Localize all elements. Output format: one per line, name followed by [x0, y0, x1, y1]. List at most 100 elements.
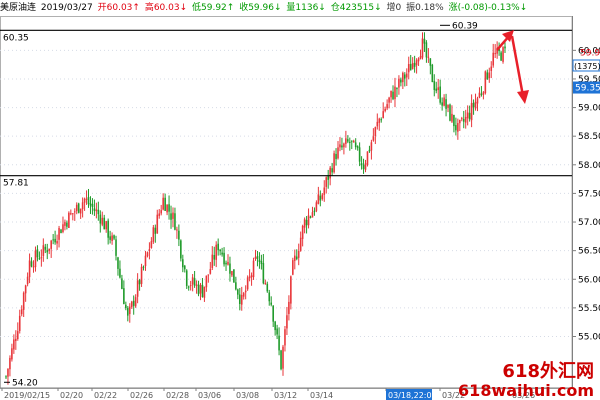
- candle-down: [221, 247, 223, 257]
- candle-body: [482, 92, 485, 95]
- candle-up: [402, 71, 404, 89]
- candle-down: [225, 260, 227, 271]
- candle-body: [174, 213, 176, 230]
- candle-body: [292, 260, 294, 275]
- candle-down: [504, 41, 506, 54]
- candle-up: [388, 96, 390, 109]
- candle-body: [193, 278, 196, 286]
- candle-body: [152, 227, 155, 242]
- candle-up: [284, 326, 286, 352]
- candle-body: [217, 243, 219, 251]
- candle-down: [260, 254, 263, 270]
- candle-down: [44, 243, 47, 254]
- candle-body: [191, 277, 194, 285]
- candle-down: [103, 214, 106, 230]
- candle-down: [362, 158, 365, 174]
- candle-body: [176, 229, 178, 231]
- candle-body: [52, 239, 54, 241]
- candle-down: [270, 296, 273, 307]
- candle-body: [486, 72, 489, 80]
- candle-up: [286, 306, 288, 335]
- candle-body: [197, 284, 200, 295]
- x-tick-label: 03/08: [236, 391, 259, 400]
- candle-up: [148, 242, 151, 260]
- candle-body: [421, 38, 424, 58]
- candle-down: [435, 81, 438, 94]
- candle-down: [445, 93, 447, 117]
- candle-body: [358, 147, 361, 162]
- candle-body: [417, 58, 420, 62]
- candle-body: [333, 153, 335, 173]
- candle-up: [337, 141, 339, 160]
- candle-up: [211, 246, 214, 271]
- candle-up: [421, 32, 424, 60]
- candle-down: [433, 74, 436, 97]
- candle-body: [233, 269, 235, 283]
- candle-body: [272, 305, 274, 322]
- candle-body: [18, 315, 21, 331]
- candle-body: [42, 245, 45, 256]
- candle-body: [293, 255, 296, 261]
- candle-down: [223, 247, 225, 267]
- candle-up: [339, 137, 341, 152]
- candle-body: [319, 195, 322, 201]
- candle-up: [290, 275, 292, 310]
- candle-up: [460, 116, 463, 122]
- candle-body: [66, 222, 68, 227]
- y-tick-label: 55.50: [578, 304, 600, 314]
- candle-body: [79, 208, 82, 214]
- candle-body: [113, 235, 115, 239]
- candle-body: [231, 271, 233, 276]
- candle-down: [392, 85, 394, 101]
- y-tick-label: 58.00: [578, 161, 600, 171]
- candle-down: [117, 256, 119, 276]
- candle-body: [107, 220, 109, 238]
- candle-up: [364, 159, 367, 173]
- mid-price-label: 57.81: [3, 179, 29, 189]
- grid: [0, 16, 573, 389]
- candle-body: [445, 99, 447, 109]
- candle-body: [478, 92, 481, 98]
- candle-body: [260, 261, 263, 265]
- low-price-label: 54.20: [12, 378, 38, 388]
- candle-up: [282, 344, 284, 376]
- candle-body: [317, 194, 320, 204]
- candle-body: [345, 138, 347, 144]
- candlestick-chart[interactable]: 60.35 57.81 54.20 60.39 55.00 55.50 56.00 56.5…: [0, 0, 600, 400]
- candle-down: [305, 216, 308, 234]
- candle-body: [180, 240, 182, 259]
- candle-body: [378, 118, 381, 123]
- candle-down: [319, 190, 322, 207]
- candle-down: [268, 289, 271, 306]
- candle-up: [156, 209, 159, 234]
- candle-body: [219, 249, 221, 252]
- candle-up: [382, 102, 384, 119]
- candle-body: [34, 250, 37, 268]
- candle-body: [15, 338, 17, 342]
- candle-up: [215, 241, 218, 268]
- candle-body: [252, 260, 255, 278]
- candle-body: [423, 38, 426, 44]
- candle-down: [327, 169, 329, 189]
- candle-up: [386, 99, 388, 111]
- candle-body: [24, 285, 27, 294]
- candle-body: [168, 204, 170, 212]
- candle-body: [7, 368, 9, 377]
- candle-body: [429, 58, 432, 66]
- candle-up: [240, 286, 243, 311]
- candle-body: [407, 64, 410, 73]
- candle-body: [329, 167, 331, 179]
- candle-body: [248, 276, 251, 279]
- candle-body: [240, 294, 243, 305]
- candle-up: [374, 126, 377, 145]
- candle-up: [417, 57, 420, 66]
- candle-body: [335, 153, 337, 160]
- candle-body: [89, 203, 92, 206]
- candle-body: [115, 239, 117, 256]
- candle-down: [266, 281, 269, 293]
- candle-down: [142, 265, 145, 271]
- candle-body: [382, 111, 384, 119]
- candle-body: [203, 286, 206, 298]
- candle-body: [182, 259, 184, 268]
- count-label: (1375): [574, 62, 600, 71]
